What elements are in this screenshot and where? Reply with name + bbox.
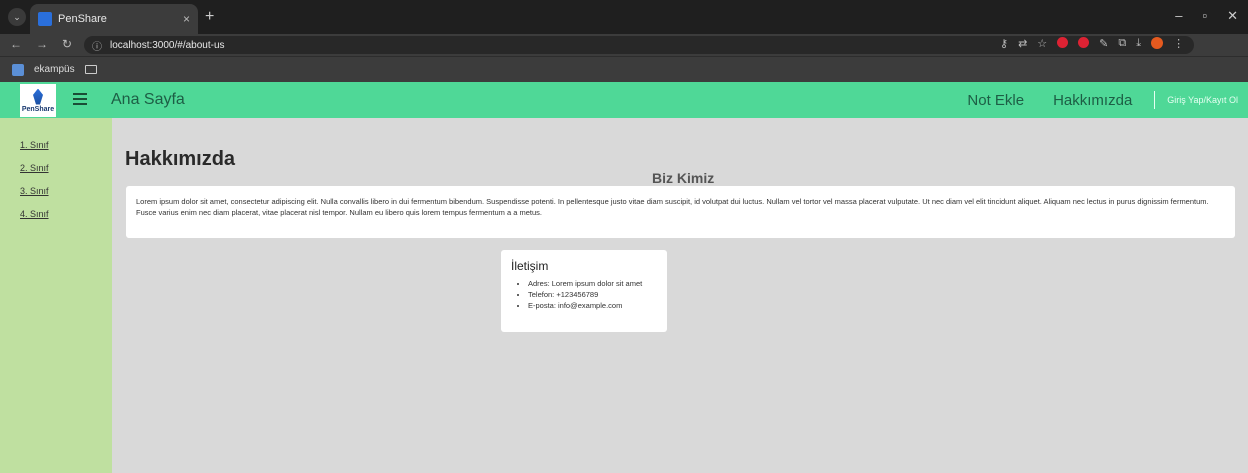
nav-add-note-link[interactable]: Not Ekle xyxy=(967,92,1024,109)
penshare-logo[interactable]: PenShare xyxy=(20,84,56,117)
app-navbar: PenShare Ana Sayfa Not Ekle Hakkımızda G… xyxy=(0,82,1248,118)
tab-favicon-icon xyxy=(38,12,52,26)
sidebar-item-3[interactable]: 3. Sınıf xyxy=(20,186,112,196)
bookmark-star-icon[interactable]: ☆ xyxy=(1037,37,1047,50)
contact-email: E-posta: info@example.com xyxy=(528,300,657,311)
pen-logo-icon xyxy=(33,88,43,105)
site-info-icon[interactable]: ⓘ xyxy=(92,38,102,53)
contact-title: İletişim xyxy=(511,259,549,273)
bookmark-folder-icon[interactable] xyxy=(84,65,97,74)
page-title: Hakkımızda xyxy=(125,148,236,170)
sidebar-item-1[interactable]: 1. Sınıf xyxy=(20,140,112,150)
contact-phone: Telefon: +123456789 xyxy=(528,289,657,300)
profile-avatar-icon[interactable] xyxy=(1151,37,1164,49)
bookmark-ekampus[interactable]: ekampüs xyxy=(34,64,75,75)
tab-close-icon[interactable]: × xyxy=(183,12,190,26)
nav-right-links: Not Ekle Hakkımızda Giriş Yap/Kayıt Ol xyxy=(938,91,1238,109)
nav-buttons: ← → ↻ xyxy=(10,37,72,51)
toolbar-icons: ⚷ ⇄ ☆ ✎ ⧉ ⤓ ⋮ xyxy=(1000,37,1184,50)
tab-title: PenShare xyxy=(58,13,107,25)
bookmarks-bar: ekampüs xyxy=(0,56,1248,82)
close-window-icon[interactable]: ✕ xyxy=(1227,8,1238,24)
sidebar: 1. Sınıf 2. Sınıf 3. Sınıf 4. Sınıf xyxy=(0,118,112,473)
pen-extension-icon[interactable]: ✎ xyxy=(1099,37,1108,50)
about-text: Lorem ipsum dolor sit amet, consectetur … xyxy=(136,197,1209,217)
back-arrow-icon[interactable]: ← xyxy=(10,37,22,51)
section-title: Biz Kimiz xyxy=(652,170,715,186)
browser-menu-icon[interactable]: ⋮ xyxy=(1173,37,1184,50)
new-tab-icon[interactable]: + xyxy=(205,8,214,26)
hamburger-menu-icon[interactable] xyxy=(73,93,87,105)
browser-tab-bar: ⌄ PenShare × + – ▫ ✕ xyxy=(0,0,1248,34)
sidebar-item-4[interactable]: 4. Sınıf xyxy=(20,209,112,219)
logo-text: PenShare xyxy=(21,105,55,113)
browser-tab[interactable]: PenShare × xyxy=(30,4,198,34)
nav-divider xyxy=(1154,91,1156,109)
nav-about-link[interactable]: Hakkımızda xyxy=(1053,92,1132,109)
bookmark-favicon-icon xyxy=(12,63,24,76)
contact-card: İletişim Adres: Lorem ipsum dolor sit am… xyxy=(501,250,667,332)
url-text: localhost:3000/#/about-us xyxy=(110,39,225,51)
password-key-icon[interactable]: ⚷ xyxy=(1000,37,1008,50)
nav-login-link[interactable]: Giriş Yap/Kayıt Ol xyxy=(1167,95,1238,105)
extension-icon[interactable] xyxy=(1078,37,1090,48)
forward-arrow-icon[interactable]: → xyxy=(36,37,48,51)
sidebar-item-2[interactable]: 2. Sınıf xyxy=(20,163,112,173)
adblock-extension-icon[interactable] xyxy=(1057,37,1069,48)
window-controls: – ▫ ✕ xyxy=(1175,8,1238,24)
tab-search-icon[interactable]: ⌄ xyxy=(8,8,26,26)
translate-icon[interactable]: ⇄ xyxy=(1018,37,1027,50)
extensions-puzzle-icon[interactable]: ⧉ xyxy=(1118,37,1126,50)
contact-address: Adres: Lorem ipsum dolor sit amet xyxy=(528,278,657,289)
minimize-icon[interactable]: – xyxy=(1175,8,1182,24)
contact-list: Adres: Lorem ipsum dolor sit amet Telefo… xyxy=(511,278,657,311)
download-icon[interactable]: ⤓ xyxy=(1136,37,1141,50)
restore-icon[interactable]: ▫ xyxy=(1202,8,1207,24)
nav-home-link[interactable]: Ana Sayfa xyxy=(111,91,185,109)
about-text-card: Lorem ipsum dolor sit amet, consectetur … xyxy=(126,186,1235,238)
reload-icon[interactable]: ↻ xyxy=(62,37,72,51)
address-bar-row: ← → ↻ ⓘ localhost:3000/#/about-us ⚷ ⇄ ☆ … xyxy=(0,34,1248,56)
